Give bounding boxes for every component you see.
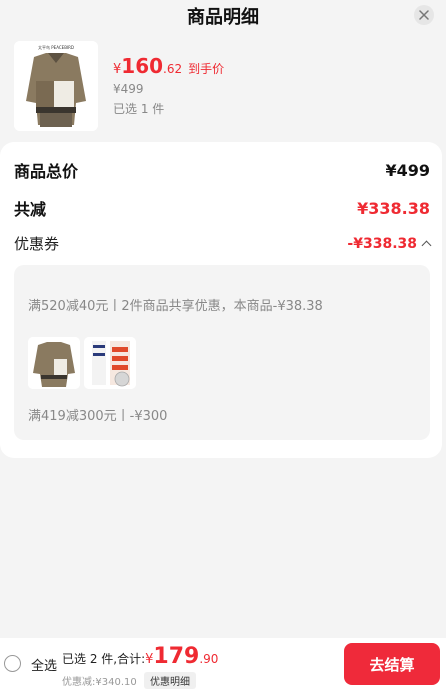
coupon-details: 满520减40元丨2件商品共享优惠，本商品-¥38.38 满419减300元丨-… [14,265,430,440]
total-price-value: ¥499 [385,160,430,180]
batteries-image [84,337,136,389]
sheet-header: 商品明细 [0,0,446,30]
coupon-rule-1: 满520减40元丨2件商品共享优惠，本商品-¥38.38 [28,299,323,314]
total-currency: ¥ [145,652,154,667]
coupon-value: -¥338.38 [347,235,417,252]
coupon-product-thumb-jacket[interactable] [28,337,80,389]
price-currency: ¥ [113,62,122,77]
discount-detail-button[interactable]: 优惠明细 [144,672,196,689]
discount-row: 共减 ¥338.38 [14,196,430,220]
coupon-row[interactable]: 优惠券 -¥338.38 [14,233,432,254]
checkout-bar: 全选 已选 2 件,合计: ¥ 179 .90 优惠减:¥340.10 优惠明细… [0,638,446,689]
select-all-label[interactable]: 全选 [31,655,57,674]
price-integer: 160 [121,54,164,78]
discount-note: 优惠减:¥340.10 [62,677,137,688]
product-detail-sheet: 商品明细 太平鸟 PEACEBIRD ¥ 160 .62 到手价 ¥499 已选… [0,0,446,689]
selected-items-text: 已选 2 件,合计: [62,652,146,666]
price-label: 到手价 [188,62,225,76]
select-all-checkbox[interactable] [4,655,21,672]
page-title: 商品明细 [187,7,259,28]
total-price-label: 商品总价 [14,162,79,181]
discount-value: ¥338.38 [357,198,430,218]
product-row: 太平鸟 PEACEBIRD ¥ 160 .62 到手价 ¥499 已选 1 件 [0,34,446,138]
price-decimal: .62 [163,62,183,76]
close-icon [419,10,429,20]
coupon-value-group: -¥338.38 [347,235,432,252]
coupon-product-thumb-batteries[interactable] [84,337,136,389]
brand-logo: 太平鸟 PEACEBIRD [38,44,74,50]
coupon-rule-2: 满419减300元丨-¥300 [28,409,168,424]
total-integer: 179 [153,644,200,669]
price-summary-card: 商品总价 ¥499 共减 ¥338.38 优惠券 -¥338.38 满520减4… [0,142,442,458]
final-price: ¥ 160 .62 到手价 [113,54,224,78]
discount-label: 共减 [14,200,47,219]
jacket-mini-image [28,337,80,389]
chevron-up-icon[interactable] [421,240,432,251]
checkout-button[interactable]: 去结算 [344,643,440,685]
product-thumbnail[interactable]: 太平鸟 PEACEBIRD [14,41,98,131]
total-decimal: .90 [199,652,219,666]
coupon-label: 优惠券 [14,235,60,253]
original-price: ¥499 [113,82,144,96]
jacket-image: 太平鸟 PEACEBIRD [14,41,98,131]
order-total: 已选 2 件,合计: ¥ 179 .90 [62,644,218,669]
total-price-row: 商品总价 ¥499 [14,158,430,182]
close-button[interactable] [414,5,434,25]
selected-count: 已选 1 件 [113,102,165,116]
